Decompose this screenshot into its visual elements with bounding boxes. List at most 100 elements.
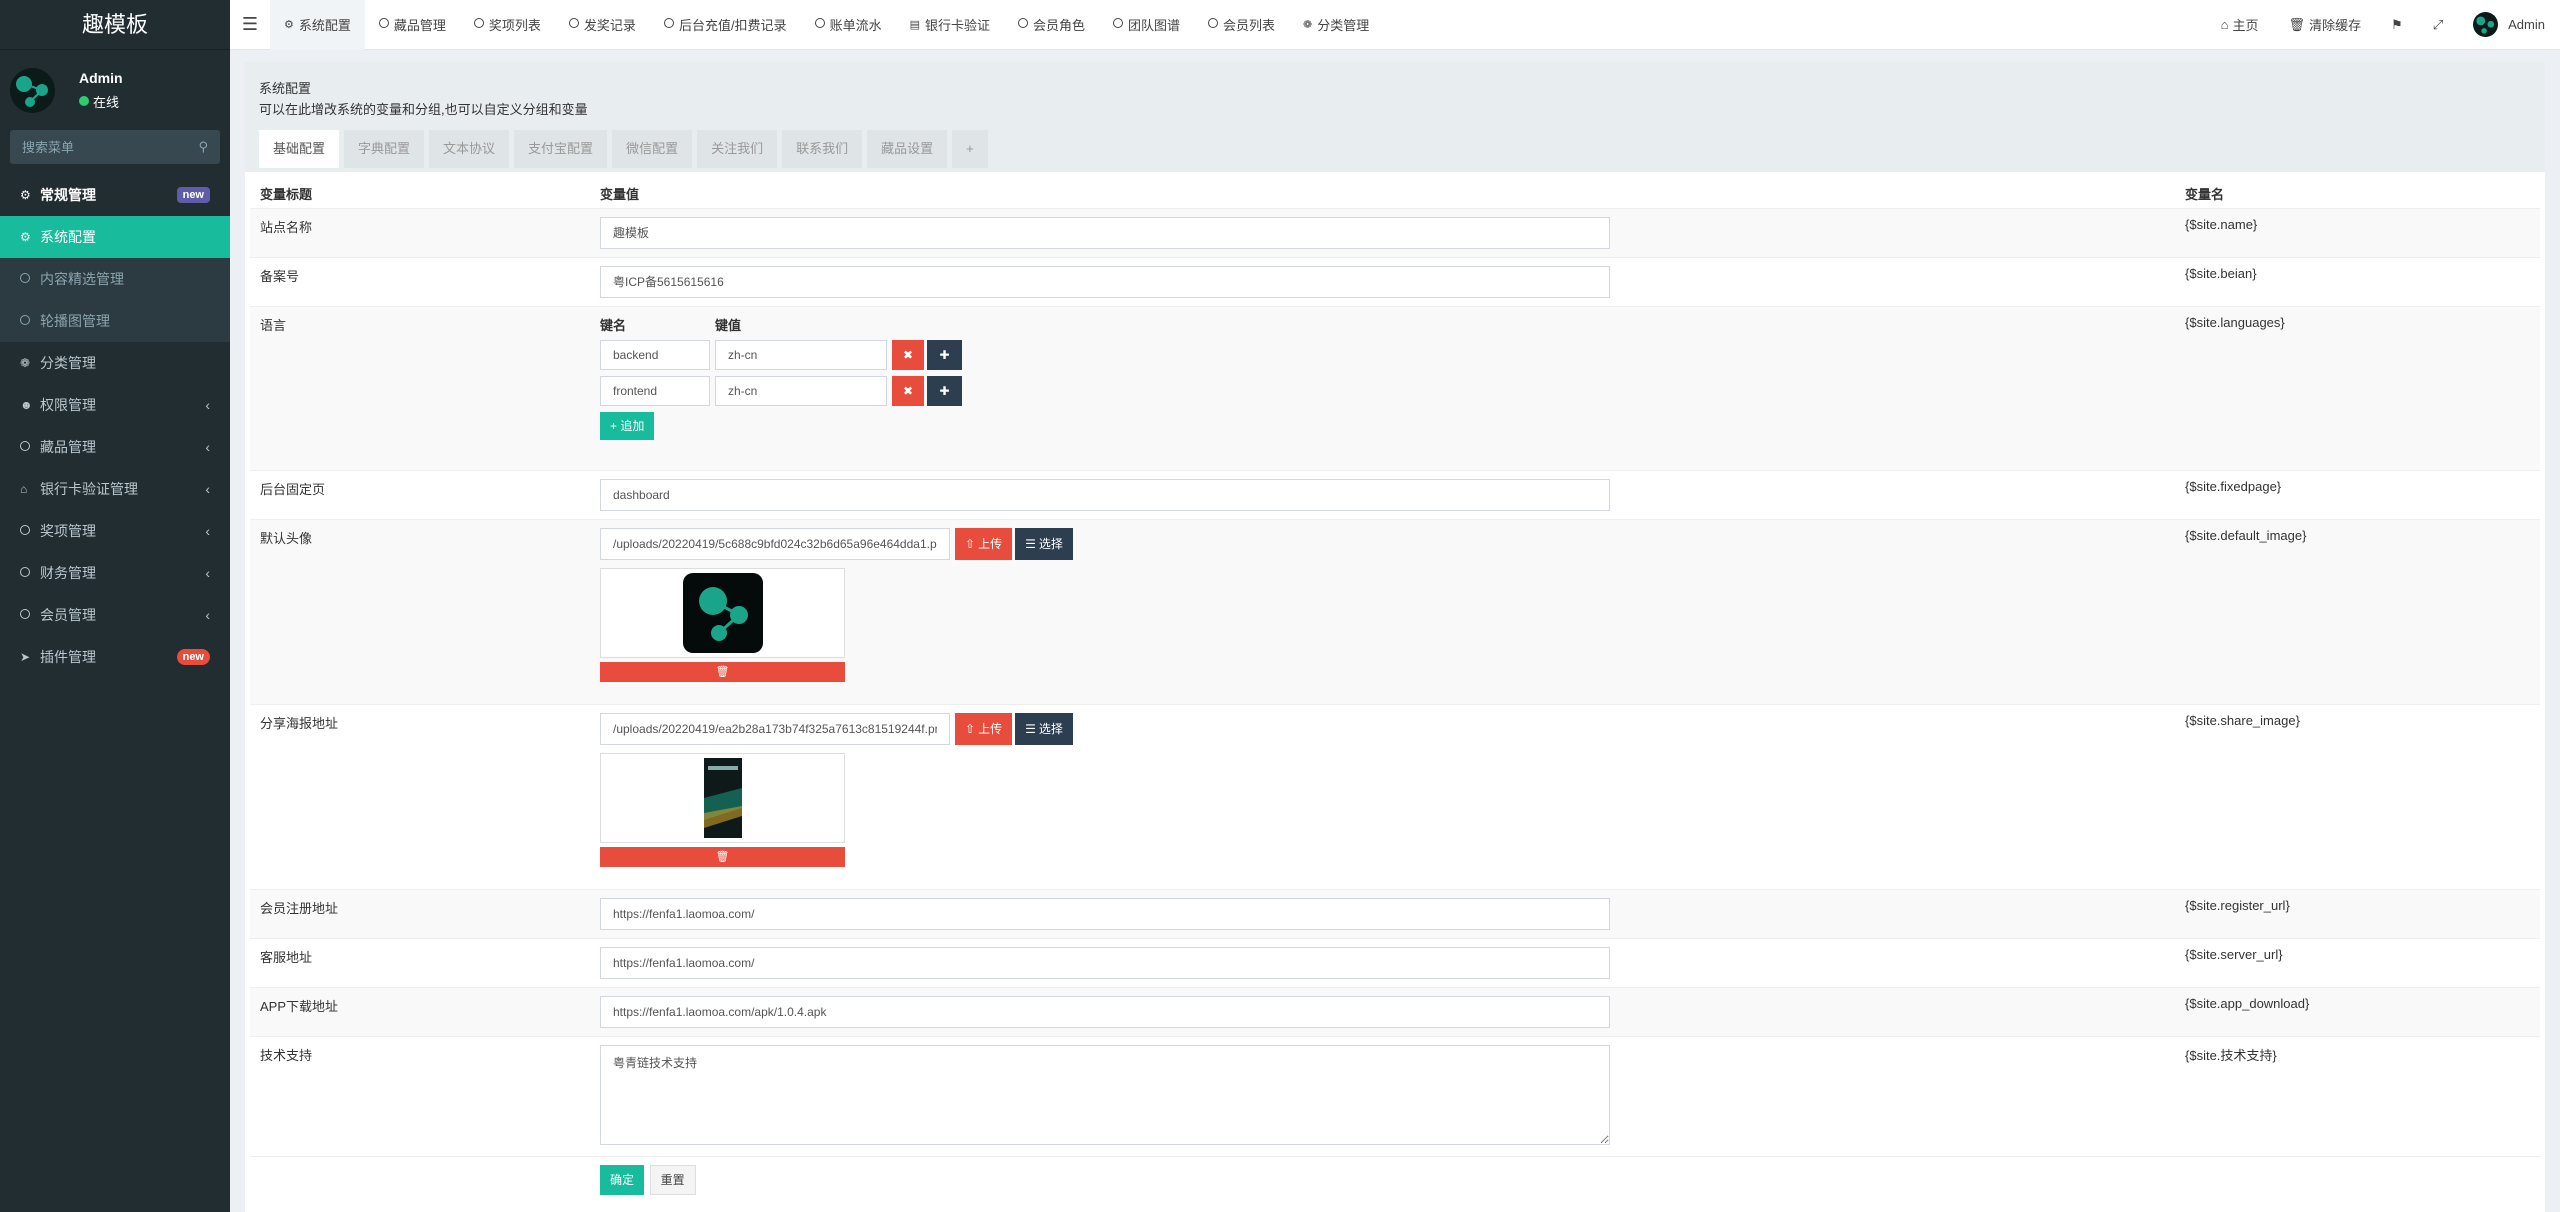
remove-row-button[interactable]: ✖ xyxy=(892,339,924,370)
table-row: 客服地址 {$site.server_url} xyxy=(250,937,2540,987)
var-name: {$site.name} xyxy=(2175,207,2540,257)
tab-collection[interactable]: 藏品管理 xyxy=(365,0,460,50)
delete-image-button[interactable]: 🗑 xyxy=(600,661,845,682)
tab-bankcard[interactable]: ▤ 银行卡验证 xyxy=(896,0,1004,50)
language-key-field[interactable]: frontend xyxy=(600,375,710,406)
new-badge: new xyxy=(176,187,210,203)
register-url-input[interactable] xyxy=(600,897,1610,930)
reset-button[interactable]: 重置 xyxy=(649,1164,696,1195)
sidebar-item-system-config[interactable]: ⚙ 系统配置 xyxy=(0,216,230,258)
choose-button[interactable]: ☰ 选择 xyxy=(1015,712,1073,745)
tab-member-role[interactable]: 会员角色 xyxy=(1004,0,1099,50)
var-name: {$site.share_image} xyxy=(2175,703,2540,889)
column-header: 变量名 xyxy=(2185,187,2225,202)
new-badge: new xyxy=(176,649,210,665)
tab-wechat-config[interactable]: 微信配置 xyxy=(612,130,693,168)
sidebar-item-carousel[interactable]: 轮播图管理 xyxy=(0,300,230,342)
delete-image-button[interactable]: 🗑 xyxy=(600,846,845,867)
add-language-button[interactable]: + 追加 xyxy=(600,411,655,440)
circle-icon xyxy=(20,525,30,535)
chevron-left-icon: ‹ xyxy=(205,439,210,455)
circle-icon xyxy=(1113,18,1124,28)
move-icon: ✚ xyxy=(939,347,950,362)
close-icon: ✖ xyxy=(902,347,914,362)
tab-system-config[interactable]: ⚙ 系统配置 xyxy=(270,0,365,50)
sidebar-item-member[interactable]: 会员管理 ‹ xyxy=(0,594,230,636)
sidebar-item-plugin[interactable]: ➤ 插件管理 new xyxy=(0,636,230,678)
remove-row-button[interactable]: ✖ xyxy=(892,375,924,406)
app-download-input[interactable] xyxy=(600,995,1610,1028)
tab-follow-us[interactable]: 关注我们 xyxy=(697,130,778,168)
sidebar-item-content-select[interactable]: 内容精选管理 xyxy=(0,258,230,300)
fullscreen-icon[interactable]: ⤢ xyxy=(2418,17,2458,33)
circle-icon xyxy=(20,609,30,619)
site-name-input[interactable] xyxy=(600,216,1610,249)
choose-button[interactable]: ☰ 选择 xyxy=(1015,527,1073,560)
avatar-preview-image xyxy=(682,572,763,653)
table-row: 后台固定页 {$site.fixedpage} xyxy=(250,469,2540,519)
circle-icon xyxy=(20,273,30,283)
var-name: {$site.fixedpage} xyxy=(2175,469,2540,519)
drag-row-button[interactable]: ✚ xyxy=(927,375,962,406)
submit-button[interactable]: 确定 xyxy=(600,1164,645,1195)
tech-support-textarea[interactable]: 粤青链技术支持 xyxy=(600,1044,1610,1145)
tab-dictionary-config[interactable]: 字典配置 xyxy=(344,130,425,168)
menu-search-input[interactable] xyxy=(22,139,192,155)
page-description: 可以在此增改系统的变量和分组,也可以自定义分组和变量 xyxy=(259,102,588,117)
clear-cache-button[interactable]: 🗑 清除缓存 xyxy=(2274,15,2377,34)
sidebar-item-award[interactable]: 奖项管理 ‹ xyxy=(0,510,230,552)
tab-member-list[interactable]: 会员列表 xyxy=(1194,0,1289,50)
add-tab-button[interactable]: + xyxy=(952,130,988,168)
sidebar-item-collection[interactable]: 藏品管理 ‹ xyxy=(0,426,230,468)
row-label: 默认头像 xyxy=(250,518,590,704)
leaf-icon: ❁ xyxy=(1303,19,1313,31)
search-icon[interactable]: ⚲ xyxy=(198,139,208,155)
upload-icon: ⇧ xyxy=(965,721,976,736)
default-image-input[interactable] xyxy=(600,527,950,560)
share-image-input[interactable] xyxy=(600,712,950,745)
server-url-input[interactable] xyxy=(600,946,1610,979)
table-row: APP下载地址 {$site.app_download} xyxy=(250,986,2540,1036)
language-value-field[interactable]: zh-cn xyxy=(715,375,887,406)
upload-button[interactable]: ⇧ 上传 xyxy=(955,527,1013,560)
home-link[interactable]: ⌂ 主页 xyxy=(2206,15,2274,34)
sidebar-item-category[interactable]: ❁ 分类管理 xyxy=(0,342,230,384)
tab-basic-config[interactable]: 基础配置 xyxy=(259,130,340,168)
upload-button[interactable]: ⇧ 上传 xyxy=(955,712,1013,745)
sidebar-item-finance[interactable]: 财务管理 ‹ xyxy=(0,552,230,594)
sidebar-item-bankcard[interactable]: ⌂ 银行卡验证管理 ‹ xyxy=(0,468,230,510)
sidebar-item-general[interactable]: ⚙ 常规管理 new xyxy=(0,174,230,216)
beian-input[interactable] xyxy=(600,265,1610,298)
language-icon[interactable]: ⚑ xyxy=(2376,17,2418,33)
gear-icon: ⚙ xyxy=(20,230,31,244)
var-name: {$site.server_url} xyxy=(2175,937,2540,987)
tab-text-agreement[interactable]: 文本协议 xyxy=(429,130,510,168)
tab-recharge-record[interactable]: 后台充值/扣费记录 xyxy=(650,0,801,50)
user-name: Admin xyxy=(79,69,123,86)
row-label: 客服地址 xyxy=(250,937,590,987)
tab-category[interactable]: ❁ 分类管理 xyxy=(1289,0,1383,50)
circle-icon xyxy=(473,18,484,28)
panel-heading: 系统配置 可以在此增改系统的变量和分组,也可以自定义分组和变量 基础配置 字典配… xyxy=(245,62,2545,172)
sidebar-item-auth[interactable]: ☻ 权限管理 ‹ xyxy=(0,384,230,426)
user-menu[interactable]: Admin xyxy=(2458,12,2560,37)
tab-alipay-config[interactable]: 支付宝配置 xyxy=(514,130,608,168)
tab-collection-settings[interactable]: 藏品设置 xyxy=(867,130,948,168)
app-logo[interactable]: 趣模板 xyxy=(0,0,230,50)
tab-team-graph[interactable]: 团队图谱 xyxy=(1099,0,1194,50)
tab-contact-us[interactable]: 联系我们 xyxy=(782,130,863,168)
chevron-left-icon: ‹ xyxy=(205,481,210,497)
menu-toggle-icon[interactable]: ☰ xyxy=(230,14,270,35)
avatar xyxy=(2473,12,2499,37)
drag-row-button[interactable]: ✚ xyxy=(927,339,962,370)
circle-icon xyxy=(20,315,30,325)
poster-preview-image xyxy=(703,757,742,838)
online-dot-icon xyxy=(79,96,89,106)
language-key-field[interactable]: backend xyxy=(600,339,710,370)
tab-bill[interactable]: 账单流水 xyxy=(801,0,896,50)
tab-award-record[interactable]: 发奖记录 xyxy=(555,0,650,50)
table-row: 站点名称 {$site.name} xyxy=(250,207,2540,257)
language-value-field[interactable]: zh-cn xyxy=(715,339,887,370)
tab-award-list[interactable]: 奖项列表 xyxy=(460,0,555,50)
fixedpage-input[interactable] xyxy=(600,478,1610,511)
